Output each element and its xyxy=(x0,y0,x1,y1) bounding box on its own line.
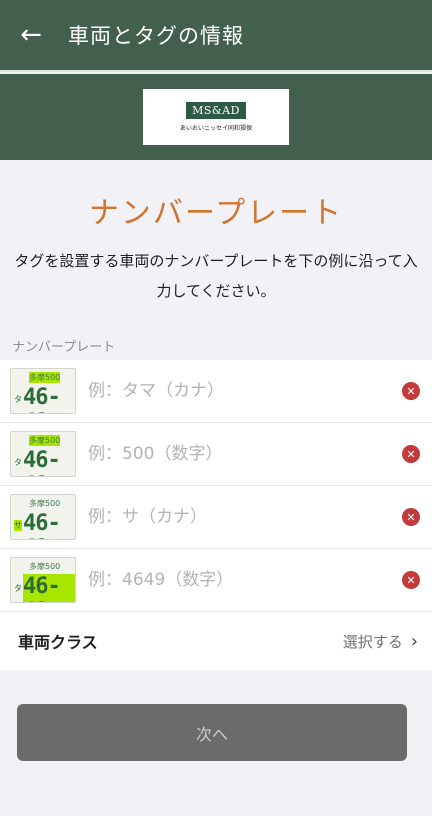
plate-top-text: 多摩500 xyxy=(29,562,61,571)
insurer-logo: MS&AD あいおいニッセイ同和損保 xyxy=(143,89,289,145)
back-button[interactable]: ← xyxy=(0,0,56,71)
plate-kana-text: タ xyxy=(14,584,22,593)
serial-number-input[interactable] xyxy=(88,570,402,590)
plate-example-image: 多摩500 タ 46-49 xyxy=(10,431,76,477)
logo-subtitle: あいおいニッセイ同和損保 xyxy=(179,125,252,132)
vehicle-class-label: 車両クラス xyxy=(18,633,98,652)
plate-kana-text: タ xyxy=(14,458,22,467)
plate-kana-text: サ xyxy=(14,520,22,531)
plate-form: 多摩500 タ 46-49 ✕ 多摩500 タ 46-49 ✕ 多摩500 サ … xyxy=(0,360,432,670)
plate-example-image: 多摩500 サ 46-49 xyxy=(10,494,76,540)
plate-field-class: 多摩500 タ 46-49 ✕ xyxy=(0,423,432,486)
vehicle-class-row[interactable]: 車両クラス 選択する › xyxy=(0,612,432,670)
clear-icon[interactable]: ✕ xyxy=(402,508,420,526)
field-group-label: ナンバープレート xyxy=(12,340,116,355)
app-bar: ← 車両とタグの情報 xyxy=(0,0,432,72)
plate-number-text: 46-49 xyxy=(23,511,61,539)
plate-field-region: 多摩500 タ 46-49 ✕ xyxy=(0,360,432,423)
plate-number-text: 46-49 xyxy=(23,448,61,476)
clear-icon[interactable]: ✕ xyxy=(402,445,420,463)
plate-field-kana: 多摩500 サ 46-49 ✕ xyxy=(0,486,432,549)
section-headline: ナンバープレート xyxy=(88,196,344,231)
plate-example-image: 多摩500 タ 46-49 xyxy=(10,368,76,414)
plate-top-text: 多摩500 xyxy=(29,372,61,383)
vehicle-class-value: 選択する xyxy=(342,632,403,651)
plate-kana-text: タ xyxy=(14,395,22,404)
instructions-text: タグを設置する車両のナンバープレートを下の例に沿って入力してください。 xyxy=(14,252,418,300)
class-number-input[interactable] xyxy=(88,444,402,464)
chevron-right-icon: › xyxy=(410,630,418,652)
kana-input[interactable] xyxy=(88,507,402,527)
plate-field-number: 多摩500 タ 46-49 ✕ xyxy=(0,549,432,612)
vehicle-class-select[interactable]: 選択する › xyxy=(343,631,418,652)
plate-example-image: 多摩500 タ 46-49 xyxy=(10,557,76,603)
clear-icon[interactable]: ✕ xyxy=(402,382,420,400)
region-input[interactable] xyxy=(88,381,402,401)
plate-top-text: 多摩500 xyxy=(29,435,61,446)
arrow-left-icon: ← xyxy=(20,20,42,50)
plate-top-text: 多摩500 xyxy=(29,499,61,508)
page-title: 車両とタグの情報 xyxy=(68,24,244,48)
plate-number-text: 46-49 xyxy=(23,385,61,413)
next-button[interactable]: 次へ xyxy=(17,704,407,761)
brand-banner: MS&AD あいおいニッセイ同和損保 xyxy=(0,74,432,160)
logo-mark: MS&AD xyxy=(186,102,246,119)
plate-number-text: 46-49 xyxy=(23,574,75,602)
clear-icon[interactable]: ✕ xyxy=(402,571,420,589)
